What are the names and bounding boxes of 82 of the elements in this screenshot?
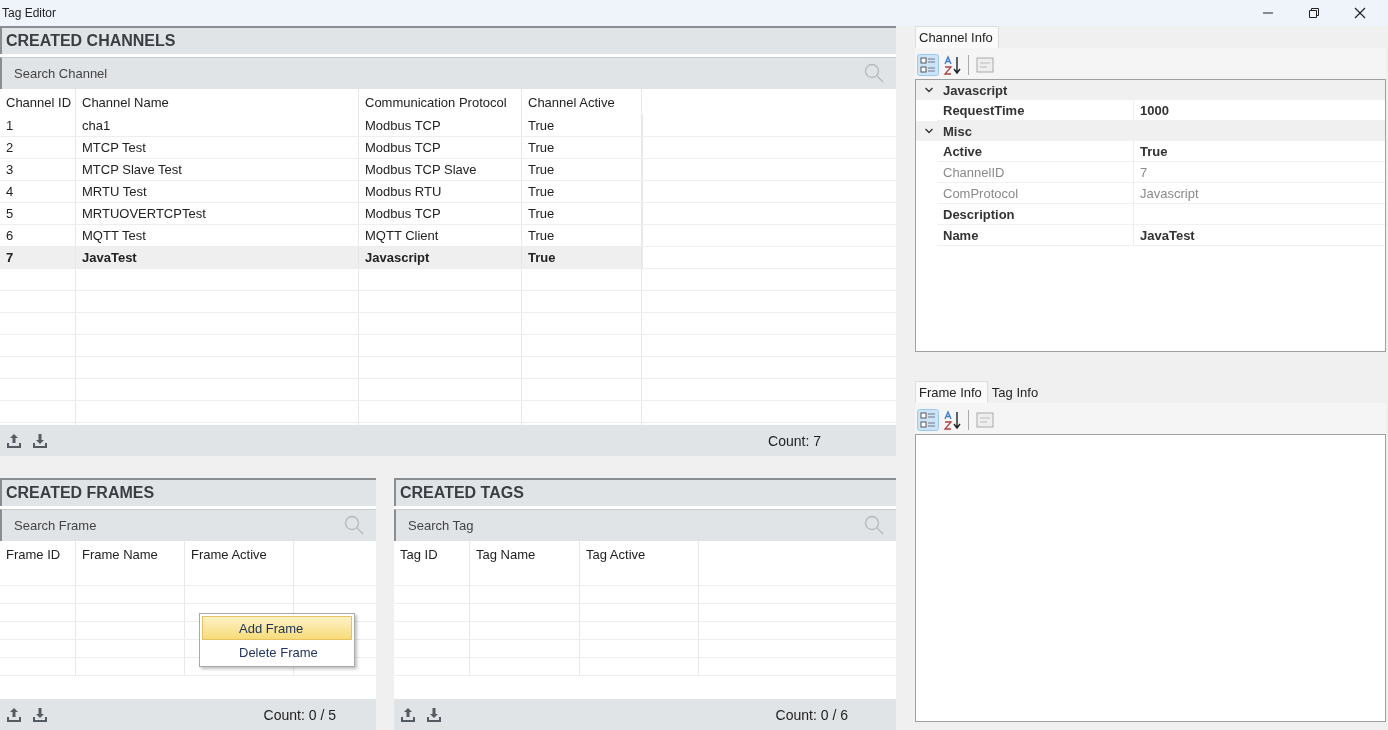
- category-label: Javascript: [943, 82, 1008, 98]
- column-header[interactable]: Frame Active: [185, 541, 294, 568]
- upload-icon[interactable]: [5, 705, 23, 724]
- column-header[interactable]: Channel ID: [0, 89, 76, 115]
- window-title: Tag Editor: [1, 6, 57, 20]
- chevron-icon[interactable]: [924, 85, 934, 95]
- download-icon[interactable]: [425, 705, 443, 724]
- download-icon[interactable]: [31, 431, 49, 450]
- count-label: Count: 0 / 6: [775, 706, 849, 723]
- column-header[interactable]: Communication Protocol: [359, 89, 522, 115]
- column-header[interactable]: Channel Name: [76, 89, 359, 115]
- table-row[interactable]: 3 MTCP Slave Test Modbus TCP Slave True: [0, 159, 896, 181]
- column-header[interactable]: Tag Name: [470, 541, 580, 568]
- table-row[interactable]: 4 MRTU Test Modbus RTU True: [0, 181, 896, 203]
- count-label: Count: 0 / 5: [263, 706, 337, 723]
- property-name: Active: [937, 141, 1134, 161]
- column-header[interactable]: Tag ID: [394, 541, 470, 568]
- search-field[interactable]: Search Channel: [0, 57, 896, 89]
- table-cell: MTCP Test: [76, 137, 359, 158]
- table-row[interactable]: 2 MTCP Test Modbus TCP True: [0, 137, 896, 159]
- table-row[interactable]: 5 MRTUOVERTCPTest Modbus TCP True: [0, 203, 896, 225]
- table-cell: 5: [0, 203, 76, 224]
- table-cell: True: [522, 181, 642, 202]
- table-cell: MRTU Test: [76, 181, 359, 202]
- table-cell: MRTUOVERTCPTest: [76, 203, 359, 224]
- table-cell: cha1: [76, 115, 359, 136]
- table-cell: 6: [0, 225, 76, 246]
- table-row[interactable]: 1 cha1 Modbus TCP True: [0, 115, 896, 137]
- property-name: ChannelID: [937, 162, 1134, 182]
- panel-header: CREATED TAGS: [394, 478, 896, 506]
- table-cell: True: [522, 247, 642, 268]
- panel-header: CREATED CHANNELS: [0, 26, 896, 54]
- tab[interactable]: Channel Info: [915, 26, 999, 48]
- column-header[interactable]: Frame Name: [76, 541, 185, 568]
- property-value[interactable]: True: [1134, 141, 1168, 161]
- sort-icon[interactable]: [942, 409, 962, 431]
- column-header[interactable]: Frame ID: [0, 541, 76, 568]
- restore-icon[interactable]: [1308, 7, 1320, 19]
- panel-header: CREATED FRAMES: [0, 478, 376, 506]
- category-label: Misc: [943, 123, 972, 139]
- column-header[interactable]: Tag Active: [580, 541, 699, 568]
- property-value[interactable]: JavaTest: [1134, 225, 1195, 245]
- table-cell: 7: [0, 247, 76, 268]
- search-field[interactable]: Search Frame: [0, 509, 376, 541]
- tab[interactable]: Frame Info: [915, 381, 988, 403]
- close-icon[interactable]: [1354, 7, 1366, 19]
- table-cell: True: [522, 225, 642, 246]
- table-cell: Modbus TCP: [359, 137, 522, 158]
- table-cell: True: [522, 159, 642, 180]
- table-cell: 2: [0, 137, 76, 158]
- table-cell: True: [522, 115, 642, 136]
- table-cell: Modbus RTU: [359, 181, 522, 202]
- property-name: Name: [937, 225, 1134, 245]
- upload-icon[interactable]: [5, 431, 23, 450]
- tab[interactable]: Tag Info: [987, 381, 1045, 403]
- table-cell: MQTT Client: [359, 225, 522, 246]
- chevron-icon[interactable]: [924, 126, 934, 136]
- table-row[interactable]: 7 JavaTest Javascript True: [0, 247, 896, 269]
- upload-icon[interactable]: [399, 705, 417, 724]
- table-cell: Modbus TCP Slave: [359, 159, 522, 180]
- menu-item[interactable]: Add Frame: [202, 616, 352, 640]
- table-cell: MQTT Test: [76, 225, 359, 246]
- table-cell: True: [522, 203, 642, 224]
- property-name: ComProtocol: [937, 183, 1134, 203]
- table-cell: Javascript: [359, 247, 522, 268]
- menu-item[interactable]: Delete Frame: [202, 640, 352, 664]
- download-icon[interactable]: [31, 705, 49, 724]
- table-cell: 4: [0, 181, 76, 202]
- property-name: RequestTime: [937, 100, 1134, 120]
- property-name: Description: [937, 204, 1134, 224]
- property-value[interactable]: 1000: [1134, 100, 1169, 120]
- table-cell: Modbus TCP: [359, 115, 522, 136]
- table-cell: 3: [0, 159, 76, 180]
- table-cell: MTCP Slave Test: [76, 159, 359, 180]
- count-label: Count: 7: [768, 432, 822, 449]
- table-cell: Modbus TCP: [359, 203, 522, 224]
- table-cell: 1: [0, 115, 76, 136]
- table-cell: JavaTest: [76, 247, 359, 268]
- column-header[interactable]: Channel Active: [522, 89, 642, 115]
- table-cell: True: [522, 137, 642, 158]
- sort-icon[interactable]: [942, 54, 962, 76]
- search-field[interactable]: Search Tag: [394, 509, 896, 541]
